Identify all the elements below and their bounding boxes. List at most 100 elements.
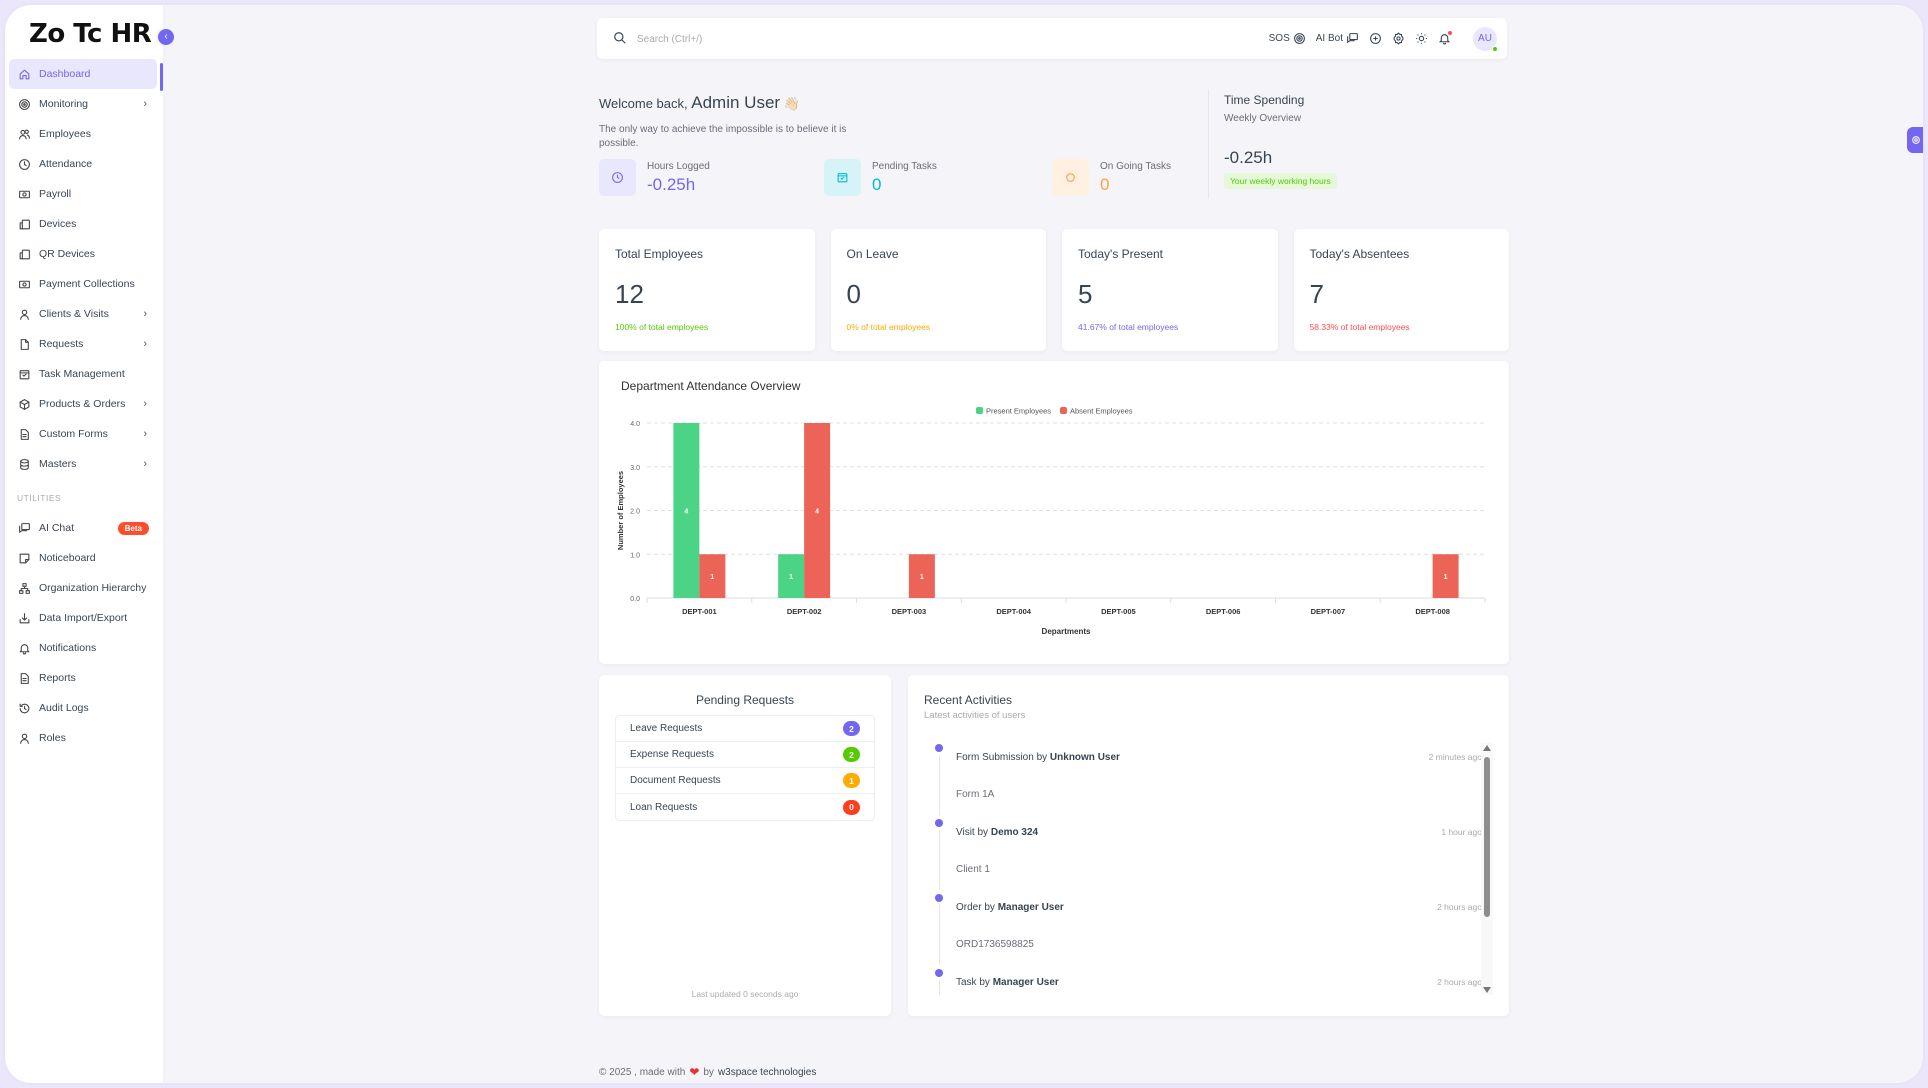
stat-card-title: Today's Present bbox=[1078, 247, 1164, 261]
sidebar-item-monitoring[interactable]: Monitoring › bbox=[9, 89, 157, 119]
sidebar-item-requests[interactable]: Requests › bbox=[9, 329, 157, 359]
pending-requests-title: Pending Requests bbox=[695, 693, 795, 707]
sidebar-item-label: Task Management bbox=[39, 368, 125, 380]
activity-item: Visit by Demo 324 1 hour ago Client 1 bbox=[924, 818, 1490, 893]
activity-item: Form Submission by Unknown User 2 minutes… bbox=[924, 743, 1490, 818]
notifications-button[interactable] bbox=[1438, 31, 1452, 45]
pending-item-leave-requests[interactable]: Leave Requests 2 bbox=[616, 716, 874, 742]
ai-bot-button[interactable]: AI Bot bbox=[1316, 32, 1359, 45]
sidebar-item-products-orders[interactable]: Products & Orders › bbox=[9, 389, 157, 419]
activity-scrollbar[interactable] bbox=[1481, 743, 1493, 995]
sidebar-item-dashboard[interactable]: Dashboard bbox=[9, 59, 157, 89]
sidebar-item-reports[interactable]: Reports bbox=[9, 663, 157, 693]
stat-icon-tile bbox=[599, 159, 636, 196]
collapse-sidebar-button[interactable]: ‹ bbox=[156, 27, 176, 47]
sidebar-item-masters[interactable]: Masters › bbox=[9, 449, 157, 479]
sticker-icon-wrap bbox=[18, 552, 31, 565]
timeline-line bbox=[939, 980, 940, 995]
sidebar-item-audit-logs[interactable]: Audit Logs bbox=[9, 693, 157, 723]
activity-user: Demo 324 bbox=[990, 827, 1039, 838]
chevron-right-icon: › bbox=[143, 428, 147, 440]
theme-toggle-button[interactable] bbox=[1415, 32, 1428, 45]
pending-item-document-requests[interactable]: Document Requests 1 bbox=[616, 768, 874, 794]
sidebar-item-devices[interactable]: Devices bbox=[9, 209, 157, 239]
sidebar-item-qr-devices[interactable]: QR Devices bbox=[9, 239, 157, 269]
sidebar-item-data-import-export[interactable]: Data Import/Export bbox=[9, 603, 157, 633]
stat-card-today-s-present[interactable]: Today's Present 5 41.67% of total employee… bbox=[1062, 229, 1278, 351]
footer-by: by bbox=[703, 1066, 714, 1078]
pending-count-badge: 1 bbox=[843, 773, 860, 788]
stat-card-today-s-absentees[interactable]: Today's Absentees 7 58.33% of total employ… bbox=[1293, 229, 1509, 351]
activity-item: Order by Manager User 2 hours ago ORD17365… bbox=[924, 893, 1490, 968]
welcome-section: Welcome back, Admin User 👋🏻 The only way… bbox=[599, 93, 1199, 196]
sidebar-item-payroll[interactable]: Payroll bbox=[9, 179, 157, 209]
database-icon bbox=[20, 458, 29, 470]
brand-logo[interactable]: Zo Tc HR bbox=[29, 19, 152, 49]
time-spending-value: -0.25h bbox=[1224, 148, 1273, 167]
sidebar-item-ai-chat[interactable]: AI Chat Beta bbox=[9, 513, 157, 543]
sidebar-item-task-management[interactable]: Task Management bbox=[9, 359, 157, 389]
bar-value-label: 4 bbox=[684, 509, 688, 516]
sidebar-item-organization-hierarchy[interactable]: Organization Hierarchy bbox=[9, 573, 157, 603]
sidebar-item-noticeboard[interactable]: Noticeboard bbox=[9, 543, 157, 573]
activity-heading: Order by Manager User bbox=[956, 902, 1064, 913]
sidebar-item-label: Masters bbox=[39, 458, 77, 470]
timeline-line bbox=[939, 755, 940, 815]
pending-item-label: Expense Requests bbox=[630, 749, 714, 760]
sidebar-item-payment-collections[interactable]: Payment Collections bbox=[9, 269, 157, 299]
devices-icon bbox=[19, 219, 30, 229]
user-avatar[interactable]: AU bbox=[1473, 26, 1498, 52]
search-input[interactable] bbox=[637, 28, 1037, 50]
mini-stat-value: 0 bbox=[872, 175, 882, 194]
activity-time: 1 hour ago bbox=[1441, 827, 1482, 837]
timeline-dot bbox=[935, 819, 943, 827]
settings-button[interactable] bbox=[1392, 32, 1405, 45]
stat-card-on-leave[interactable]: On Leave 0 0% of total employees bbox=[830, 229, 1046, 351]
legend-swatch bbox=[976, 407, 983, 414]
timeline-dot bbox=[935, 894, 943, 902]
cash-icon-wrap bbox=[18, 188, 31, 201]
timeline-line bbox=[939, 830, 940, 890]
devices-icon-wrap bbox=[18, 248, 31, 261]
activity-user: Unknown User bbox=[1049, 752, 1120, 763]
pending-item-loan-requests[interactable]: Loan Requests 0 bbox=[616, 794, 874, 820]
chevron-right-icon: › bbox=[143, 98, 147, 110]
sidebar-item-roles[interactable]: Roles bbox=[9, 723, 157, 753]
sidebar-item-label: Products & Orders bbox=[39, 398, 126, 410]
user-name: Admin User bbox=[691, 93, 781, 112]
sidebar-item-employees[interactable]: Employees bbox=[9, 119, 157, 149]
activity-timeline[interactable]: Form Submission by Unknown User 2 minutes… bbox=[924, 743, 1490, 995]
scroll-down-arrow-icon[interactable] bbox=[1483, 987, 1491, 993]
cash-icon bbox=[19, 190, 30, 198]
sidebar-item-custom-forms[interactable]: Custom Forms › bbox=[9, 419, 157, 449]
greeting-text: Welcome back, bbox=[599, 96, 688, 111]
add-button[interactable] bbox=[1369, 32, 1382, 45]
mini-stat-hours-logged: Hours Logged -0.25h bbox=[599, 159, 710, 196]
sos-button[interactable]: SOS bbox=[1269, 32, 1306, 45]
scroll-up-arrow-icon[interactable] bbox=[1483, 745, 1491, 751]
bar-value-label: 4 bbox=[815, 509, 819, 516]
customizer-toggle-button[interactable] bbox=[1907, 127, 1923, 153]
app-frame: Zo Tc HR Dashboard Monitoring › Employees At… bbox=[3, 3, 1925, 1085]
timeline-dot bbox=[935, 969, 943, 977]
beta-badge: Beta bbox=[117, 521, 149, 535]
activity-detail: Form 1A bbox=[956, 789, 995, 800]
hierarchy-icon bbox=[19, 582, 30, 594]
recent-activities-subtitle: Latest activities of users bbox=[924, 710, 1026, 721]
wave-icon: 👋🏻 bbox=[783, 96, 800, 111]
loader-circle-icon bbox=[1066, 173, 1075, 182]
stat-card-total-employees[interactable]: Total Employees 12 100% of total employees bbox=[599, 229, 815, 351]
footer-company-link[interactable]: w3space technologies bbox=[718, 1067, 816, 1078]
activity-heading: Task by Manager User bbox=[956, 977, 1059, 988]
messages-icon-wrap bbox=[18, 522, 31, 535]
sidebar-item-attendance[interactable]: Attendance bbox=[9, 149, 157, 179]
sidebar-item-label: AI Chat bbox=[39, 522, 75, 534]
sidebar-item-notifications[interactable]: Notifications bbox=[9, 633, 157, 663]
stat-card-title: On Leave bbox=[846, 247, 899, 261]
scrollbar-thumb[interactable] bbox=[1484, 757, 1490, 917]
target-icon bbox=[1293, 33, 1305, 44]
sidebar-nav: Dashboard Monitoring › Employees Attendance P… bbox=[5, 59, 163, 753]
sidebar-item-clients-visits[interactable]: Clients & Visits › bbox=[9, 299, 157, 329]
download-icon-wrap bbox=[18, 612, 31, 625]
pending-item-expense-requests[interactable]: Expense Requests 2 bbox=[616, 742, 874, 768]
